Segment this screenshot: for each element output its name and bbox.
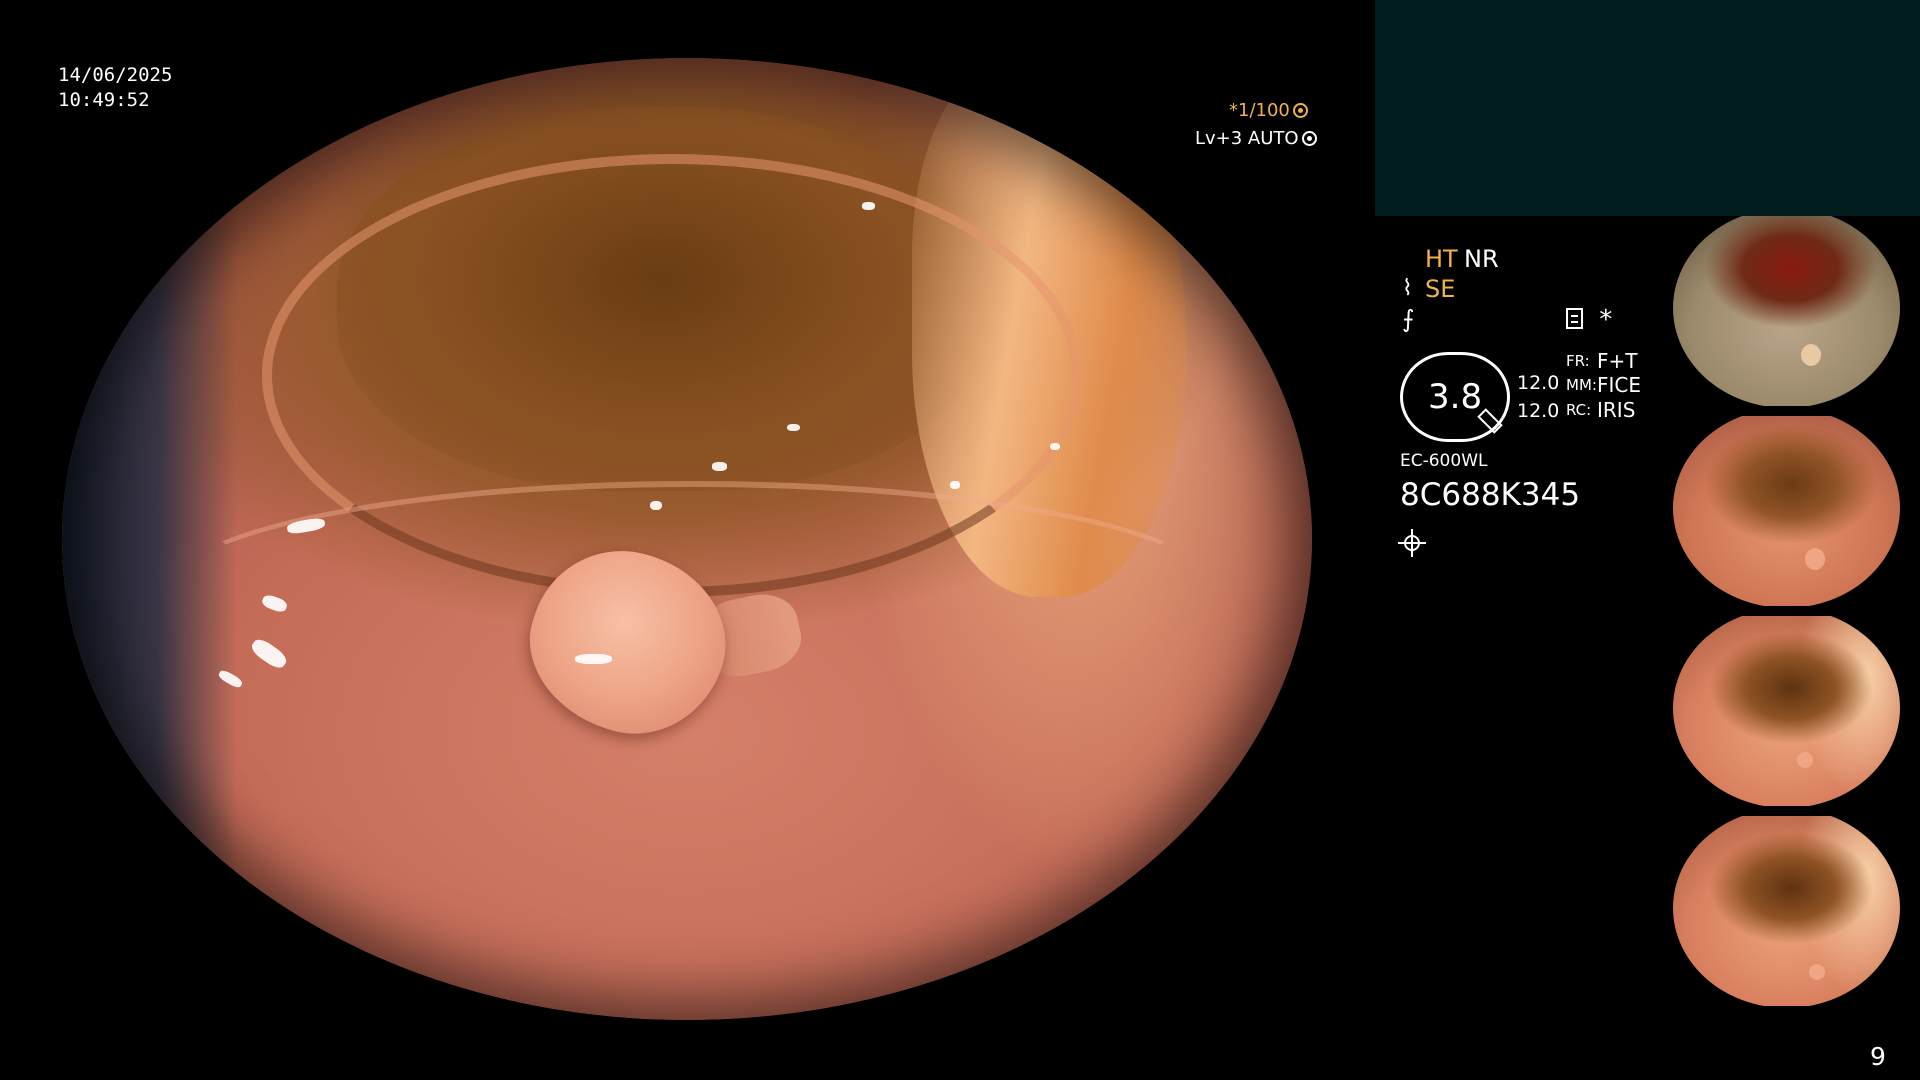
mm-value: FICE	[1597, 373, 1642, 397]
shutter-icon	[1292, 103, 1308, 118]
capture-thumbnail[interactable]	[1673, 816, 1920, 1006]
se-indicator: SE	[1425, 275, 1456, 303]
fr-label: FR:	[1566, 352, 1590, 370]
exam-time: 10:49:52	[58, 89, 150, 111]
rc-value: IRIS	[1597, 398, 1636, 422]
zoom-value: 3.8	[1428, 377, 1483, 417]
setting-value-bottom: 12.0	[1517, 400, 1560, 422]
level-label: Lv+3 AUTO	[1195, 128, 1299, 149]
shutter-label: *1/100	[1229, 100, 1290, 121]
auto-icon	[1301, 131, 1317, 146]
info-box	[1375, 0, 1920, 216]
brightness-level: Lv+3 AUTO	[1195, 130, 1317, 148]
thumbnail-polyp	[1805, 548, 1825, 570]
shutter-speed: *1/100	[1229, 102, 1308, 120]
mm-label: MM:	[1566, 376, 1597, 394]
thumbnail-image	[1673, 616, 1900, 806]
nr-indicator: NR	[1464, 245, 1499, 273]
scope-serial: 8C688K345	[1400, 477, 1581, 513]
thumbnail-image	[1673, 216, 1900, 406]
setting-value-top: 12.0	[1517, 372, 1560, 394]
exam-date: 14/06/2025	[58, 64, 173, 86]
capture-thumbnail[interactable]	[1673, 216, 1920, 406]
light-icon	[1398, 529, 1426, 557]
se-mode-icon: ⌇	[1402, 276, 1413, 301]
ht-indicator: HT	[1425, 245, 1458, 273]
scope-vignette	[62, 58, 1312, 1020]
thumbnail-image	[1673, 816, 1900, 1006]
enhance-icon: ⨍	[1402, 305, 1415, 333]
thumbnail-polyp	[1797, 752, 1813, 768]
fr-value: F+T	[1597, 349, 1638, 373]
endoscopy-image	[62, 58, 1312, 1020]
capture-thumbnail[interactable]	[1673, 616, 1920, 806]
thumbnail-polyp	[1809, 964, 1825, 980]
thumbnail-polyp	[1801, 344, 1821, 366]
memo-icon	[1566, 308, 1583, 329]
capture-thumbnail[interactable]	[1673, 416, 1920, 606]
rc-label: RC:	[1566, 401, 1592, 419]
page-number: 9	[1870, 1042, 1886, 1071]
scope-model: EC-600WL	[1400, 451, 1488, 471]
star-indicator: *	[1598, 305, 1614, 335]
thumbnail-image	[1673, 416, 1900, 606]
